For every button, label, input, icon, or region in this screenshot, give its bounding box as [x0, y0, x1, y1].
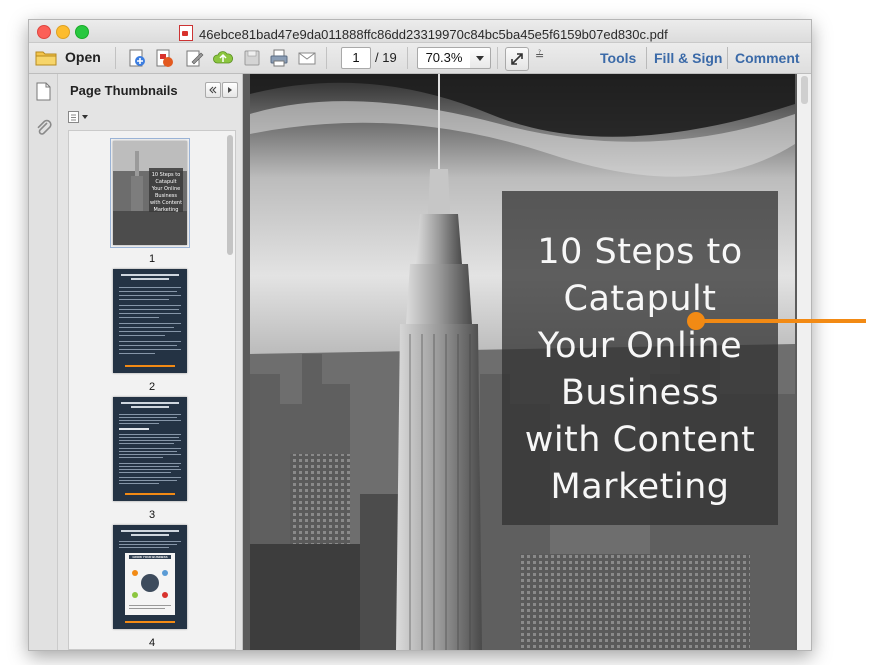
- cover-title-line: Your Online: [537, 326, 743, 366]
- svg-text:Catapult: Catapult: [155, 179, 176, 185]
- document-view[interactable]: 10 Steps to Catapult Your Online Busines…: [243, 74, 811, 650]
- callout-pointer-dot: [687, 312, 705, 330]
- thumbnail-page-number: 3: [148, 509, 156, 521]
- fill-sign-button[interactable]: Fill & Sign: [654, 50, 722, 66]
- full-screen-icon[interactable]: [505, 47, 529, 71]
- cover-title-line: Marketing: [550, 467, 730, 507]
- close-window-button[interactable]: [37, 25, 51, 39]
- navigation-pane-strip: [29, 74, 58, 650]
- toolbar-divider: [115, 47, 116, 69]
- thumbnail-banner-text: GROW YOUR BUSINESS: [132, 555, 168, 559]
- cover-title-line: Catapult: [563, 279, 717, 319]
- open-button[interactable]: Open: [65, 49, 101, 71]
- thumbnail-infographic-image: [113, 525, 187, 629]
- thumbnail-options-icon[interactable]: [68, 111, 90, 123]
- zoom-window-button[interactable]: [75, 25, 89, 39]
- right-arrow-icon: [228, 87, 232, 93]
- pdf-page-1: 10 Steps to Catapult Your Online Busines…: [250, 74, 795, 650]
- more-tools-icon[interactable]: ≟: [535, 49, 544, 71]
- edit-pdf-icon[interactable]: [184, 48, 204, 68]
- thumbnail-page-number: 4: [148, 637, 156, 649]
- svg-text:with Content: with Content: [150, 200, 182, 206]
- pdf-file-icon: [179, 25, 193, 41]
- cover-title-box: 10 Steps to Catapult Your Online Busines…: [502, 191, 778, 525]
- document-filename: 46ebce81bad47e9da011888ffc86dd23319970c8…: [199, 27, 668, 42]
- thumbnail-page-3[interactable]: [113, 397, 187, 501]
- cover-title-line: Business: [560, 373, 720, 413]
- thumbnail-list[interactable]: 10 Steps to Catapult Your Online Busines…: [68, 130, 236, 650]
- cover-title-line: 10 Steps to: [537, 232, 743, 272]
- page-total-label: / 19: [375, 50, 397, 65]
- thumbnail-scrollbar[interactable]: [227, 135, 233, 255]
- toolbar-divider: [326, 47, 327, 69]
- export-pdf-icon[interactable]: [154, 48, 174, 68]
- cover-title-line: with Content: [524, 420, 756, 460]
- zoom-level-field[interactable]: 70.3%: [417, 47, 471, 69]
- folder-icon[interactable]: [35, 49, 57, 66]
- panel-title: Page Thumbnails: [70, 83, 178, 98]
- cover-title: 10 Steps to Catapult Your Online Busines…: [502, 229, 778, 511]
- page-number-input[interactable]: 1: [341, 47, 371, 69]
- zoom-dropdown-button[interactable]: [470, 47, 491, 69]
- window-title: 46ebce81bad47e9da011888ffc86dd23319970c8…: [179, 23, 668, 42]
- callout-pointer-line: [696, 319, 866, 323]
- toolbar-divider: [497, 47, 498, 69]
- thumbnail-text-page-image: [113, 269, 187, 373]
- email-icon[interactable]: [297, 48, 317, 68]
- thumbnail-page-number: 2: [148, 381, 156, 393]
- thumbnails-panel: Page Thumbnails 10 Steps to Catapult You…: [58, 74, 243, 650]
- thumbnail-page-number: 1: [148, 253, 156, 265]
- document-scrollbar-thumb[interactable]: [801, 76, 808, 104]
- svg-text:Your Online: Your Online: [151, 186, 180, 192]
- thumbnail-cover-image: 10 Steps to Catapult Your Online Busines…: [113, 141, 187, 245]
- title-bar: 46ebce81bad47e9da011888ffc86dd23319970c8…: [29, 20, 811, 43]
- svg-text:Business: Business: [155, 193, 177, 199]
- page-thumbnails-icon[interactable]: [36, 82, 51, 101]
- print-icon[interactable]: [269, 48, 289, 68]
- document-scrollbar-track[interactable]: [797, 74, 811, 650]
- create-pdf-icon[interactable]: [127, 48, 147, 68]
- collapse-panel-button[interactable]: [205, 82, 221, 98]
- comment-button[interactable]: Comment: [735, 50, 800, 66]
- upload-cloud-icon[interactable]: [213, 48, 233, 68]
- toolbar-divider: [727, 47, 728, 69]
- expand-panel-button[interactable]: [222, 82, 238, 98]
- tools-button[interactable]: Tools: [600, 50, 636, 66]
- thumbnail-page-2[interactable]: [113, 269, 187, 373]
- attachments-paperclip-icon[interactable]: [35, 118, 52, 137]
- pdf-viewer-window: 46ebce81bad47e9da011888ffc86dd23319970c8…: [28, 19, 812, 651]
- minimize-window-button[interactable]: [56, 25, 70, 39]
- svg-text:10 Steps to: 10 Steps to: [152, 172, 181, 178]
- save-icon[interactable]: [242, 48, 262, 68]
- double-left-arrow-icon: [209, 86, 217, 94]
- toolbar-divider: [646, 47, 647, 69]
- toolbar-divider: [407, 47, 408, 69]
- thumbnail-page-1[interactable]: 10 Steps to Catapult Your Online Busines…: [110, 138, 190, 248]
- toolbar: Open 1 / 19 70.3% ≟ Tools Fill & Sign Co…: [29, 43, 811, 74]
- svg-text:Marketing: Marketing: [154, 207, 179, 213]
- thumbnail-page-4[interactable]: GROW YOUR BUSINESS: [113, 525, 187, 629]
- thumbnail-text-page-image: [113, 397, 187, 501]
